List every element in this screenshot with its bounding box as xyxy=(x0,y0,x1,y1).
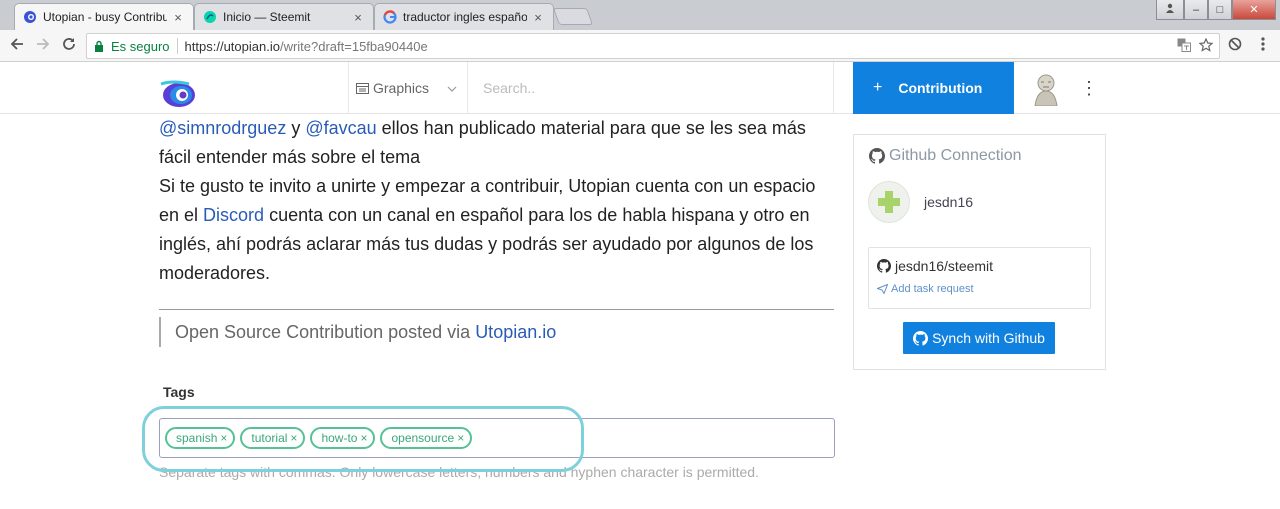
github-connection-card: Github Connection jesdn16 jesdn16/steemi… xyxy=(853,134,1106,370)
maximize-button[interactable]: □ xyxy=(1208,0,1232,20)
lock-icon xyxy=(94,40,106,52)
new-tab-button[interactable] xyxy=(552,8,594,25)
tab-google[interactable]: traductor ingles español × xyxy=(374,3,554,30)
utopian-eye-icon xyxy=(23,10,37,24)
browser-tab-strip: Utopian - busy Contribut × Inicio — Stee… xyxy=(0,0,1280,30)
omnibox-separator xyxy=(176,38,178,54)
sync-button-label: Synch with Github xyxy=(932,330,1045,346)
bookmark-star-icon[interactable] xyxy=(1198,37,1214,55)
github-avatar xyxy=(868,181,910,223)
post-paragraph-2: Si te gusto te invito a unirte y empezar… xyxy=(159,172,835,288)
send-icon xyxy=(877,284,891,294)
url-path: /write?draft=15fba90440e xyxy=(279,38,428,54)
github-card-title: Github Connection xyxy=(869,147,1022,165)
tab-close-icon[interactable]: × xyxy=(531,10,545,25)
tab-close-icon[interactable]: × xyxy=(171,10,185,25)
divider xyxy=(159,309,834,310)
graphics-icon xyxy=(356,82,369,94)
browser-toolbar: Es seguro https://utopian.io/write?draft… xyxy=(0,30,1280,62)
steemit-icon xyxy=(203,10,217,24)
tab-label: traductor ingles español xyxy=(403,10,527,24)
secure-label: Es seguro xyxy=(111,38,170,54)
google-icon xyxy=(383,10,397,24)
utopian-link[interactable]: Utopian.io xyxy=(475,322,556,342)
mention-link[interactable]: @favcau xyxy=(305,118,376,138)
add-task-request-text: Add task request xyxy=(891,283,974,295)
tags-label: Tags xyxy=(163,384,195,400)
arrow-right-icon xyxy=(36,37,50,56)
menu-dots-icon xyxy=(1261,36,1265,56)
contribution-footer-quote: Open Source Contribution posted via Utop… xyxy=(159,317,556,347)
sync-github-button[interactable]: Synch with Github xyxy=(903,322,1055,354)
footer-text: Open Source Contribution posted via xyxy=(175,322,476,342)
reload-icon xyxy=(62,37,76,56)
github-user: jesdn16 xyxy=(868,181,973,223)
block-icon xyxy=(1228,37,1242,56)
plus-icon: + xyxy=(873,79,883,96)
category-dropdown[interactable]: Graphics xyxy=(348,62,468,114)
translate-icon[interactable] xyxy=(1177,38,1191,55)
add-task-request-link[interactable]: Add task request xyxy=(877,283,974,295)
github-title-text: Github Connection xyxy=(889,147,1022,164)
arrow-left-icon xyxy=(10,37,24,56)
repo-name[interactable]: jesdn16/steemit xyxy=(877,258,993,274)
chrome-menu-button[interactable] xyxy=(1252,35,1274,57)
utopian-logo[interactable] xyxy=(159,78,197,108)
url-host: https://utopian.io xyxy=(184,38,280,54)
tab-steemit[interactable]: Inicio — Steemit × xyxy=(194,3,374,30)
more-options-button[interactable]: ⋮ xyxy=(1080,76,1098,100)
mention-link[interactable]: @simnrodrguez xyxy=(159,118,286,138)
tab-label: Inicio — Steemit xyxy=(223,10,311,24)
forward-button[interactable] xyxy=(32,35,54,57)
site-header: Graphics Search.. + Contribution ⋮ xyxy=(0,62,1280,114)
discord-link[interactable]: Discord xyxy=(203,205,264,225)
url-text: https://utopian.io/write?draft=15fba9044… xyxy=(185,39,428,54)
text-connector: y xyxy=(286,118,306,138)
tab-close-icon[interactable]: × xyxy=(351,10,365,25)
category-label: Graphics xyxy=(373,80,430,96)
post-paragraph-1: @simnrodrguez y @favcau ellos han public… xyxy=(159,114,835,172)
github-icon xyxy=(877,259,895,273)
contribution-label: Contribution xyxy=(898,80,983,96)
close-window-button[interactable]: ✕ xyxy=(1232,0,1276,20)
minimize-button[interactable]: – xyxy=(1184,0,1208,20)
tab-utopian[interactable]: Utopian - busy Contribut × xyxy=(14,3,194,30)
adblock-button[interactable] xyxy=(1224,35,1246,57)
github-icon xyxy=(869,148,889,164)
chevron-down-icon xyxy=(447,81,457,95)
github-username: jesdn16 xyxy=(924,194,974,210)
tab-label: Utopian - busy Contribut xyxy=(43,10,167,24)
github-icon xyxy=(913,330,932,346)
repo-name-text: jesdn16/steemit xyxy=(895,258,994,274)
address-bar[interactable]: Es seguro https://utopian.io/write?draft… xyxy=(86,33,1220,59)
post-body: @simnrodrguez y @favcau ellos han public… xyxy=(159,114,835,288)
profile-button[interactable] xyxy=(1156,0,1184,20)
user-icon xyxy=(1165,3,1175,16)
back-button[interactable] xyxy=(6,35,28,57)
contribution-button[interactable]: + Contribution xyxy=(853,62,1014,114)
github-repo-box: jesdn16/steemit Add task request xyxy=(868,247,1091,309)
annotation-highlight xyxy=(142,406,584,472)
search-input[interactable]: Search.. xyxy=(469,62,834,114)
avatar[interactable] xyxy=(1031,72,1061,107)
reload-button[interactable] xyxy=(58,35,80,57)
